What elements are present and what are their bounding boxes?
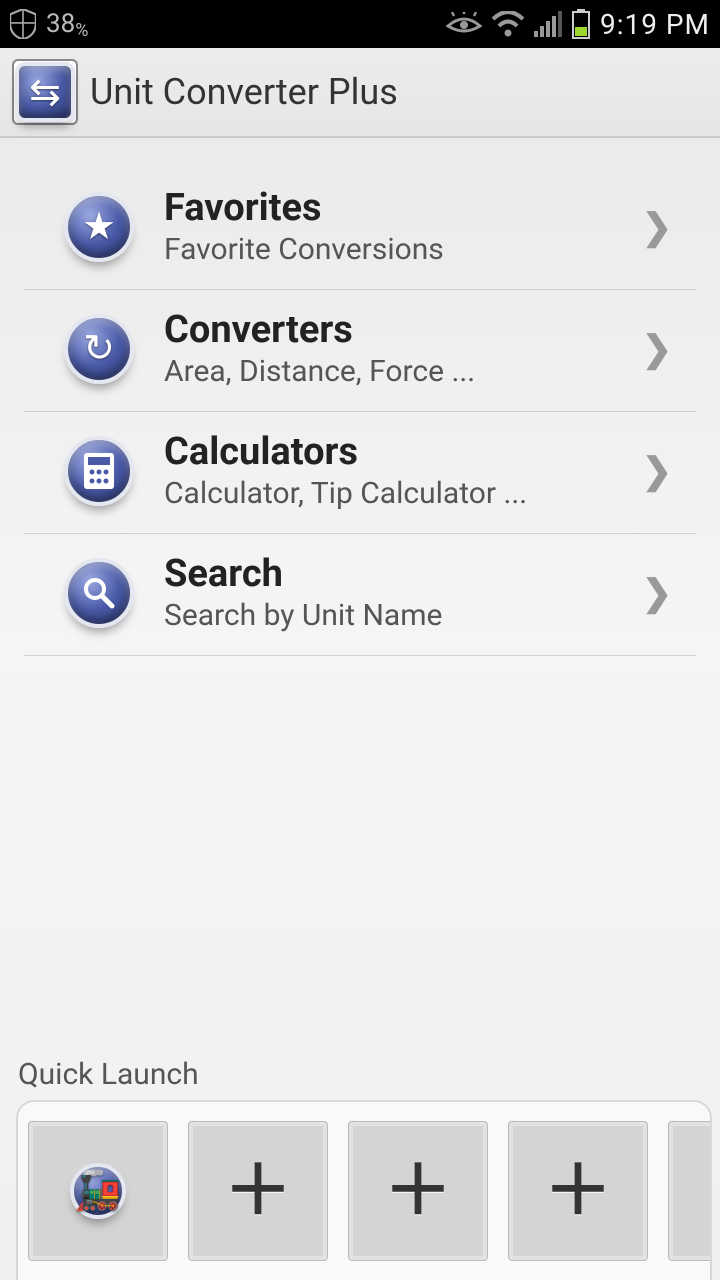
wifi-icon bbox=[492, 11, 524, 37]
status-bar: 38% 9:19 PM bbox=[0, 0, 720, 48]
star-icon: ★ bbox=[64, 192, 134, 262]
plus-icon: ＋ bbox=[224, 1157, 292, 1225]
battery-icon bbox=[572, 9, 590, 39]
menu-item-calculators[interactable]: Calculators Calculator, Tip Calculator .… bbox=[24, 412, 696, 534]
menu-item-subtitle: Search by Unit Name bbox=[164, 598, 642, 633]
signal-icon bbox=[534, 11, 562, 37]
app-title: Unit Converter Plus bbox=[90, 71, 398, 113]
menu-item-converters[interactable]: ↻ Converters Area, Distance, Force ... ❯ bbox=[24, 290, 696, 412]
quick-launch-label: Quick Launch bbox=[0, 1057, 720, 1100]
menu-item-search[interactable]: Search Search by Unit Name ❯ bbox=[24, 534, 696, 656]
menu-item-subtitle: Calculator, Tip Calculator ... bbox=[164, 476, 642, 511]
battery-percent: 38% bbox=[46, 9, 88, 39]
robot-icon: 🚂 bbox=[70, 1163, 126, 1219]
main-menu: ★ Favorites Favorite Conversions ❯ ↻ Con… bbox=[0, 138, 720, 1057]
quick-launch-tile-add[interactable]: ＋ bbox=[508, 1121, 648, 1261]
chevron-right-icon: ❯ bbox=[642, 328, 672, 370]
menu-item-subtitle: Favorite Conversions bbox=[164, 232, 642, 267]
plus-icon: ＋ bbox=[704, 1157, 712, 1225]
app-icon: ⇆ bbox=[12, 59, 78, 125]
quick-launch-tile-add[interactable]: ＋ bbox=[348, 1121, 488, 1261]
eye-icon bbox=[446, 12, 482, 36]
plus-icon: ＋ bbox=[544, 1157, 612, 1225]
menu-item-title: Calculators bbox=[164, 430, 642, 474]
clock: 9:19 PM bbox=[600, 8, 710, 41]
quick-launch-bar[interactable]: 🚂 ＋ ＋ ＋ ＋ bbox=[16, 1100, 712, 1280]
chevron-right-icon: ❯ bbox=[642, 206, 672, 248]
menu-item-title: Converters bbox=[164, 308, 642, 352]
menu-item-favorites[interactable]: ★ Favorites Favorite Conversions ❯ bbox=[24, 168, 696, 290]
quick-launch-tile-app[interactable]: 🚂 bbox=[28, 1121, 168, 1261]
quick-launch-tile-add[interactable]: ＋ bbox=[668, 1121, 712, 1261]
chevron-right-icon: ❯ bbox=[642, 572, 672, 614]
action-bar: ⇆ Unit Converter Plus bbox=[0, 48, 720, 138]
search-icon bbox=[64, 558, 134, 628]
calculator-icon bbox=[64, 436, 134, 506]
chevron-right-icon: ❯ bbox=[642, 450, 672, 492]
refresh-icon: ↻ bbox=[64, 314, 134, 384]
menu-item-title: Favorites bbox=[164, 186, 642, 230]
quick-launch-tile-add[interactable]: ＋ bbox=[188, 1121, 328, 1261]
menu-item-title: Search bbox=[164, 552, 642, 596]
plus-icon: ＋ bbox=[384, 1157, 452, 1225]
menu-item-subtitle: Area, Distance, Force ... bbox=[164, 354, 642, 389]
shield-icon bbox=[10, 9, 36, 39]
